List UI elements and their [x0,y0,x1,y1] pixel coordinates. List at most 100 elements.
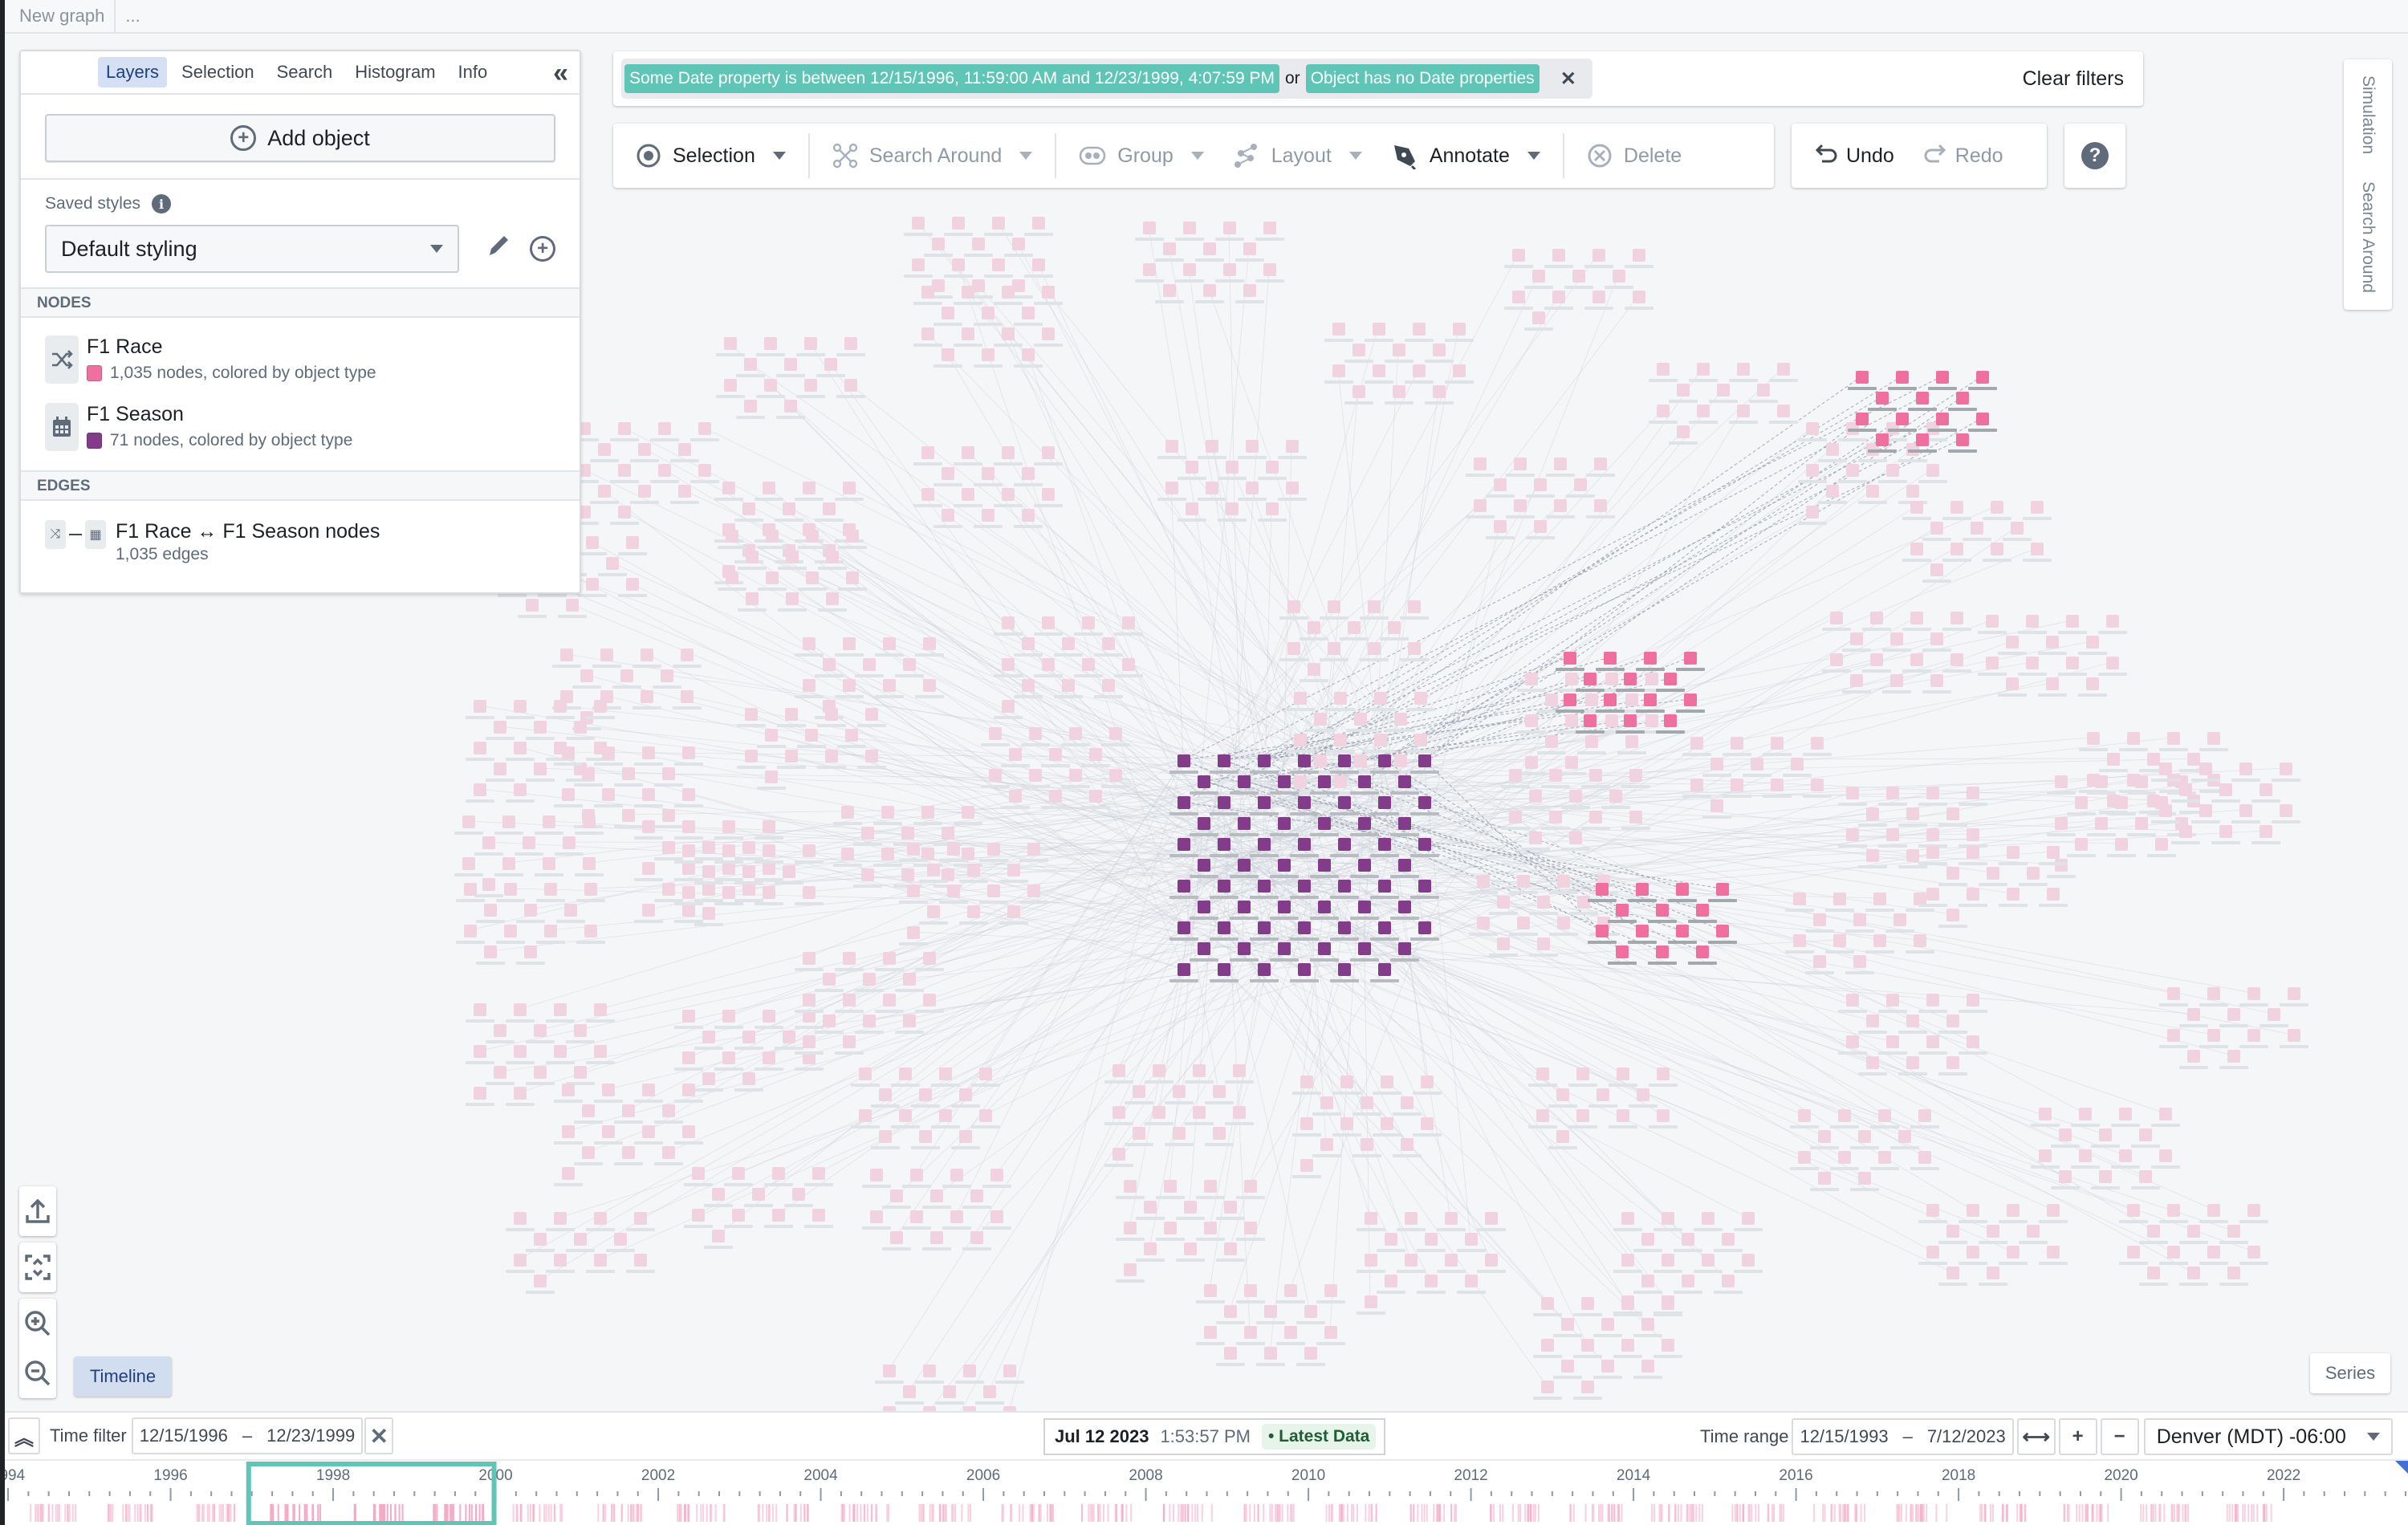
race-node-faded[interactable] [1136,1201,1165,1220]
race-node-faded[interactable] [476,946,505,965]
race-node-faded[interactable] [1959,1035,1987,1055]
race-node-faded[interactable] [1702,799,1731,819]
more-menu-button[interactable]: ... [116,6,140,26]
race-node-faded[interactable] [1312,1096,1341,1116]
race-node-faded[interactable] [2159,1029,2188,1048]
race-node-faded[interactable] [1694,1254,1723,1273]
race-node-faded[interactable] [466,783,494,803]
race-node-faded[interactable] [1573,1297,1602,1316]
race-node-faded[interactable] [738,592,767,612]
race-node-faded[interactable] [1838,464,1867,483]
race-node-faded[interactable] [574,1146,603,1165]
race-node-faded[interactable] [673,649,702,668]
race-node-faded[interactable] [694,907,723,926]
race-node[interactable] [1968,413,1997,432]
race-node-faded[interactable] [1225,1064,1254,1084]
race-node-faded[interactable] [2039,1246,2068,1265]
race-node[interactable] [1908,392,1937,411]
race-node-faded[interactable] [704,1188,733,1207]
race-node-faded[interactable] [934,307,962,326]
race-node-faded[interactable] [1714,1275,1743,1294]
race-node-faded[interactable] [1360,642,1389,661]
race-node-faded[interactable] [1938,1225,1967,1244]
race-node-faded[interactable] [1586,458,1615,477]
race-node-faded[interactable] [795,1035,824,1055]
info-icon[interactable]: i [152,194,172,214]
race-node-faded[interactable] [594,788,623,807]
race-node-faded[interactable] [1669,384,1698,403]
race-node-faded[interactable] [758,571,787,591]
race-node-faded[interactable] [1176,1242,1205,1262]
race-node-faded[interactable] [944,217,973,236]
race-node-faded[interactable] [1805,913,1834,933]
race-node-faded[interactable] [1024,217,1053,236]
layer-f1-race[interactable]: F1 Race 1,035 nodes, colored by object t… [21,336,580,384]
race-node-faded[interactable] [2031,1149,2060,1169]
race-node-faded[interactable] [1466,499,1495,518]
race-node-faded[interactable] [1553,1360,1582,1379]
race-node-faded[interactable] [2179,1225,2208,1244]
race-node-faded[interactable] [1769,363,1798,382]
race-node-faded[interactable] [1593,1360,1622,1379]
race-node-faded[interactable] [875,679,904,698]
time-filter-range[interactable]: 12/15/1996 – 12/23/1999 [131,1417,364,1454]
race-node-faded[interactable] [775,502,803,522]
race-node-faded[interactable] [1942,612,1971,631]
race-node-faded[interactable] [2018,657,2047,676]
race-node-faded[interactable] [1165,1127,1194,1146]
race-node-faded[interactable] [1178,502,1206,522]
race-node-faded[interactable] [674,862,703,881]
race-node-faded[interactable] [714,1051,743,1071]
race-node-faded[interactable] [1178,461,1206,480]
race-node-faded[interactable] [1236,1180,1265,1199]
race-node-faded[interactable] [2179,1267,2208,1286]
race-node-faded[interactable] [494,815,523,835]
race-node-faded[interactable] [486,762,515,782]
race-node-faded[interactable] [1653,1339,1682,1358]
race-node-faded[interactable] [951,1130,980,1149]
race-node-faded[interactable] [674,886,703,905]
race-node-faded[interactable] [674,1051,703,1071]
race-node-faded[interactable] [1216,1201,1245,1220]
race-node-faded[interactable] [1890,1130,1919,1149]
race-node-faded[interactable] [964,238,993,257]
race-node-faded[interactable] [1216,1305,1245,1324]
race-node-faded[interactable] [2111,1108,2140,1127]
race-node-faded[interactable] [2199,1204,2228,1223]
race-node-faded[interactable] [1649,1109,1678,1128]
race-node-faded[interactable] [1669,425,1698,445]
race-node-faded[interactable] [2211,825,2240,844]
race-node-faded[interactable] [2098,657,2127,676]
race-node-faded[interactable] [1255,263,1284,283]
race-node-faded[interactable] [776,400,805,419]
race-node-faded[interactable] [1763,737,1792,756]
race-node-faded[interactable] [724,1167,753,1186]
race-node-faded[interactable] [1938,1056,1967,1076]
race-node-faded[interactable] [590,485,619,504]
race-node-faded[interactable] [1959,846,1987,865]
race-node-faded[interactable] [1526,478,1555,498]
race-node-faded[interactable] [1998,636,2027,655]
layer-f1-season[interactable]: F1 Season 71 nodes, colored by object ty… [21,403,580,451]
race-node-faded[interactable] [558,599,587,618]
race-node-faded[interactable] [1674,1275,1702,1294]
race-node-faded[interactable] [1528,1068,1557,1087]
race-node-faded[interactable] [853,827,882,846]
race-node-faded[interactable] [2199,1029,2228,1048]
race-node-faded[interactable] [994,488,1023,507]
race-node-faded[interactable] [2139,1225,2168,1244]
race-node-faded[interactable] [1790,1109,1819,1128]
race-node-faded[interactable] [1918,1246,1947,1265]
race-node-faded[interactable] [1978,615,2007,634]
season-node[interactable] [1230,901,1259,920]
race-node-faded[interactable] [862,1210,891,1230]
race-node-faded[interactable] [2239,1246,2268,1265]
race-node-faded[interactable] [1918,994,1947,1013]
race-node-faded[interactable] [1157,440,1186,459]
race-node-faded[interactable] [1156,1180,1185,1199]
race-node-faded[interactable] [1292,1117,1321,1137]
race-node-faded[interactable] [855,658,884,677]
race-node-faded[interactable] [815,1015,844,1034]
race-node-faded[interactable] [1357,1295,1385,1315]
race-node-faded[interactable] [1155,242,1184,262]
